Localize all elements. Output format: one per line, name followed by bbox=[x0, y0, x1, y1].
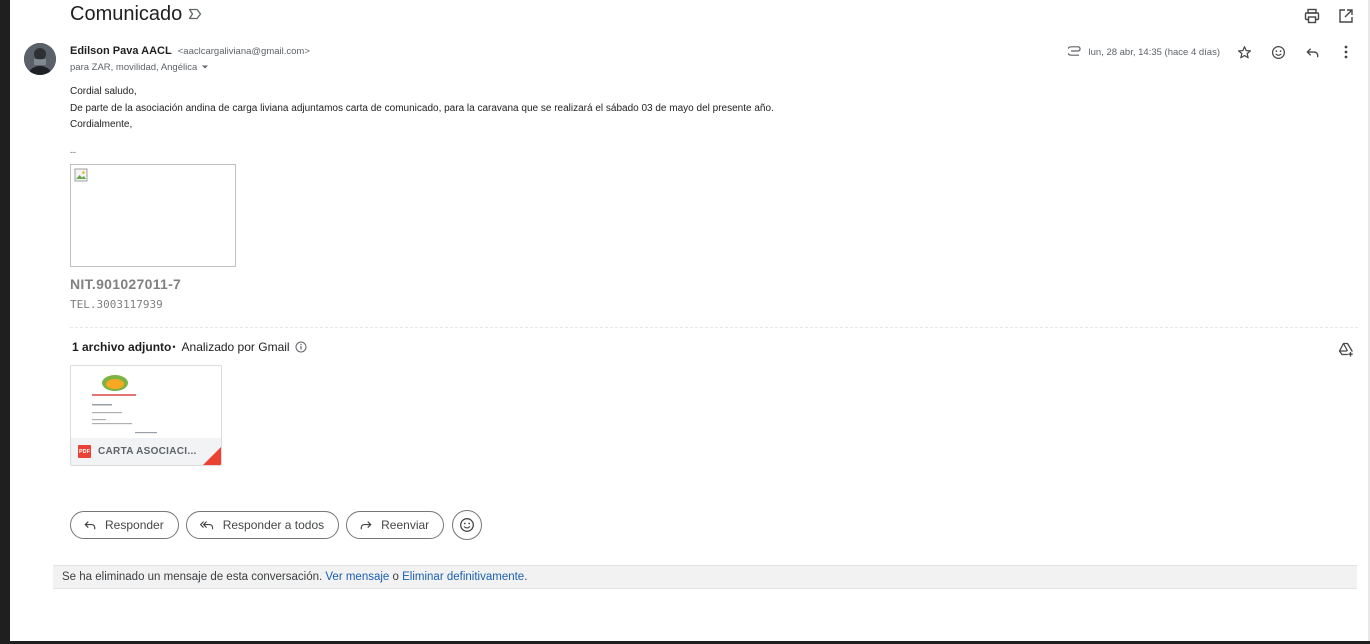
reply-all-icon bbox=[199, 521, 213, 530]
date-label: lun, 28 abr, 14:35 (hace 4 días) bbox=[1088, 46, 1220, 58]
window-left-edge bbox=[0, 0, 10, 644]
attachments-count: 1 archivo adjunto bbox=[72, 340, 172, 354]
sender-name[interactable]: Edilson Pava AACL bbox=[70, 45, 172, 57]
chevron-down-icon[interactable] bbox=[201, 62, 209, 73]
signature-image bbox=[70, 164, 236, 267]
attachment-thumbnail bbox=[71, 366, 221, 438]
attachments-divider bbox=[70, 327, 1358, 328]
info-icon[interactable] bbox=[295, 341, 307, 353]
sender-line: Edilson Pava AACL <aaclcargaliviana@gmai… bbox=[70, 45, 310, 57]
attachment-footer: PDF CARTA ASOCIACI... bbox=[71, 438, 221, 465]
top-actions bbox=[1302, 6, 1356, 26]
signature-nit: NIT.901027011-7 bbox=[70, 276, 182, 292]
body-closing: Cordialmente, bbox=[70, 119, 133, 130]
body-line: De parte de la asociación andina de carg… bbox=[70, 102, 774, 114]
reply-icon[interactable] bbox=[1302, 42, 1322, 62]
pdf-icon: PDF bbox=[78, 445, 91, 458]
reply-label: Responder bbox=[105, 518, 164, 532]
avatar[interactable] bbox=[24, 43, 56, 75]
bullet: • bbox=[172, 342, 176, 352]
print-icon[interactable] bbox=[1302, 6, 1322, 26]
reply-all-label: Responder a todos bbox=[222, 518, 325, 532]
forward-icon bbox=[360, 521, 372, 530]
message-meta-actions: lun, 28 abr, 14:35 (hace 4 días) bbox=[1066, 42, 1356, 62]
view-message-link[interactable]: Ver mensaje bbox=[325, 571, 389, 583]
reply-icon bbox=[84, 521, 96, 530]
add-to-drive-icon[interactable] bbox=[1336, 339, 1356, 359]
delete-forever-link[interactable]: Eliminar definitivamente bbox=[402, 571, 524, 583]
reply-button[interactable]: Responder bbox=[70, 511, 179, 539]
deleted-notice-text: Se ha eliminado un mensaje de esta conve… bbox=[62, 571, 326, 583]
signature-separator: -- bbox=[70, 147, 76, 157]
attachment-card[interactable]: PDF CARTA ASOCIACI... bbox=[70, 365, 222, 466]
more-vert-icon[interactable] bbox=[1336, 42, 1356, 62]
sender-email: <aaclcargaliviana@gmail.com> bbox=[177, 46, 310, 57]
forward-label: Reenviar bbox=[381, 518, 430, 532]
paperclip-icon bbox=[1066, 45, 1082, 59]
emoji-icon[interactable] bbox=[1268, 42, 1288, 62]
broken-image-icon bbox=[74, 168, 88, 182]
star-icon[interactable] bbox=[1234, 42, 1254, 62]
email-subject: Comunicado bbox=[70, 3, 183, 25]
deleted-notice-period: . bbox=[524, 571, 528, 583]
attachment-corner bbox=[203, 447, 221, 465]
signature-tel: TEL.3003117939 bbox=[70, 298, 163, 311]
body-greeting: Cordial saludo, bbox=[70, 86, 137, 97]
message-date: lun, 28 abr, 14:35 (hace 4 días) bbox=[1066, 45, 1220, 59]
emoji-reaction-button[interactable] bbox=[452, 510, 483, 540]
deleted-message-notice: Se ha eliminado un mensaje de esta conve… bbox=[53, 565, 1357, 589]
open-in-new-icon[interactable] bbox=[1336, 6, 1356, 26]
emoji-icon bbox=[460, 518, 475, 532]
recipients-label: para ZAR, movilidad, Angélica bbox=[70, 62, 198, 73]
reply-all-button[interactable]: Responder a todos bbox=[185, 511, 340, 539]
attachments-header: 1 archivo adjunto • Analizado por Gmail bbox=[72, 340, 307, 354]
scanned-label: Analizado por Gmail bbox=[181, 340, 290, 354]
email-body: Cordial saludo, De parte de la asociació… bbox=[70, 84, 774, 134]
attachment-name: CARTA ASOCIACI... bbox=[98, 446, 197, 457]
forward-button[interactable]: Reenviar bbox=[346, 511, 445, 539]
deleted-notice-or: o bbox=[389, 571, 403, 583]
reply-actions: Responder Responder a todos Reenviar bbox=[70, 510, 483, 540]
recipients[interactable]: para ZAR, movilidad, Angélica bbox=[70, 62, 209, 73]
label-outline-icon[interactable] bbox=[188, 8, 202, 23]
